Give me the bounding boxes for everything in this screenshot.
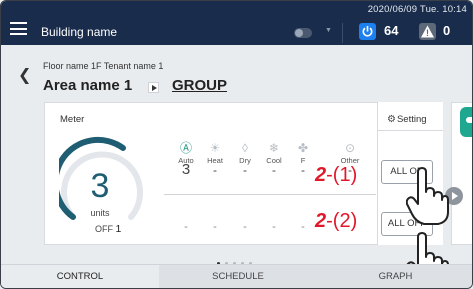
mode-fan: ✤ F [285,141,321,165]
group-link[interactable]: GROUP [172,77,227,94]
datetime: 2020/06/09 Tue. 10:14 [367,4,467,15]
building-name: Building name [41,25,118,39]
pointing-hand-icon [406,167,449,225]
chevron-down-icon[interactable]: ▼ [325,27,332,34]
bottom-nav: CONTROL SCHEDULE GRAPH [1,264,472,288]
callout-2-2: 2-(2) [315,210,358,232]
tab-control[interactable]: CONTROL [1,265,159,288]
meter-label: Meter [60,114,85,125]
mode-other: ⊙ Other [332,141,368,165]
actions-divider [377,130,443,131]
off-label: OFF [95,224,113,234]
units-label: units [90,208,110,218]
fan-icon: ✤ [297,141,309,155]
power-icon[interactable] [359,23,376,40]
floor-tenant-label: Floor name 1F Tenant name 1 [43,61,164,71]
other-icon: ⊙ [344,141,356,155]
row-divider [164,194,376,195]
setting-button[interactable]: ⚙Setting [387,114,427,125]
alarm-icon[interactable]: ! [419,23,436,40]
menu-icon[interactable] [10,22,27,35]
tab-graph[interactable]: GRAPH [317,265,472,288]
tab-schedule[interactable]: SCHEDULE [159,265,317,288]
alarm-count: 0 [443,23,451,38]
off-value: 1 [115,223,122,235]
top-bar: Building name 2020/06/09 Tue. 10:14 ▼ 64… [1,1,472,45]
area-arrow-icon[interactable] [148,82,159,93]
gear-icon: ⚙ [387,114,396,125]
callout-2-1: 2-(1) [315,164,358,186]
back-icon[interactable]: ❮ [18,65,31,85]
display-toggle[interactable] [294,28,312,38]
area-title: Area name 1 [43,77,133,94]
next-card-preview[interactable] [451,102,472,245]
power-on-count: 64 [384,23,399,38]
app-frame: Building name 2020/06/09 Tue. 10:14 ▼ 64… [0,0,473,289]
off-count: OFF 1 [95,223,121,235]
header-divider [342,23,343,43]
alarm-symbol: ! [426,28,429,38]
units-value: 3 [90,167,110,205]
